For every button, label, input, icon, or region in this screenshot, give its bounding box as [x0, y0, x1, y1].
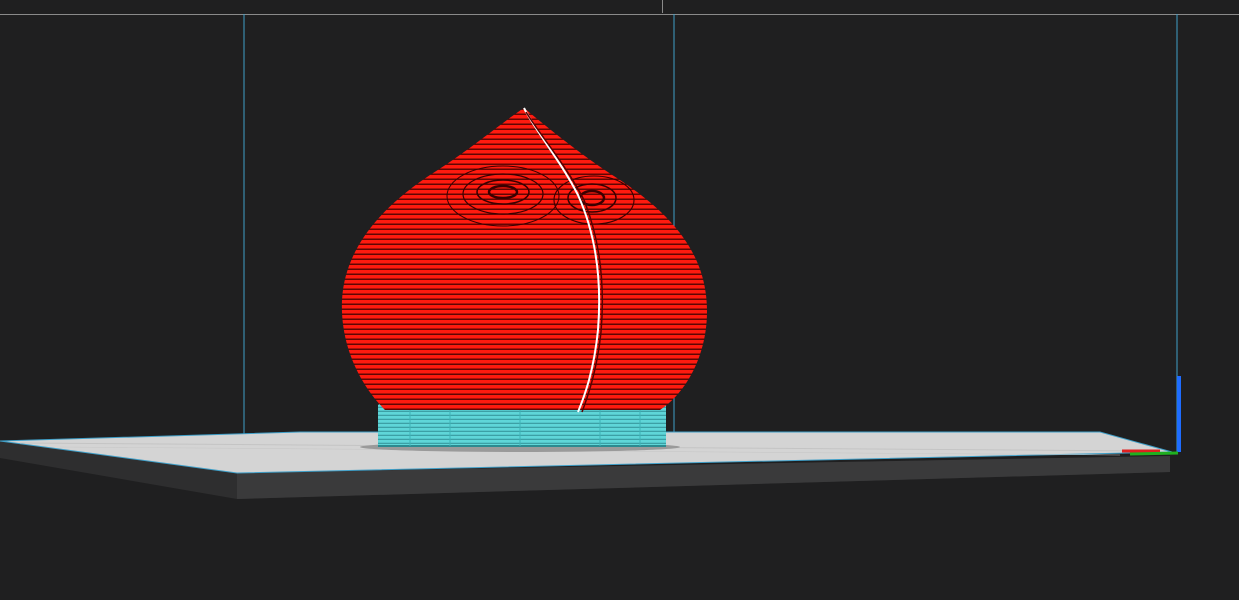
- peach-model[interactable]: [341, 107, 707, 413]
- 3d-preview-viewport[interactable]: [0, 0, 1239, 600]
- y-axis-icon: [1129, 451, 1179, 456]
- scene-canvas[interactable]: [0, 0, 1239, 600]
